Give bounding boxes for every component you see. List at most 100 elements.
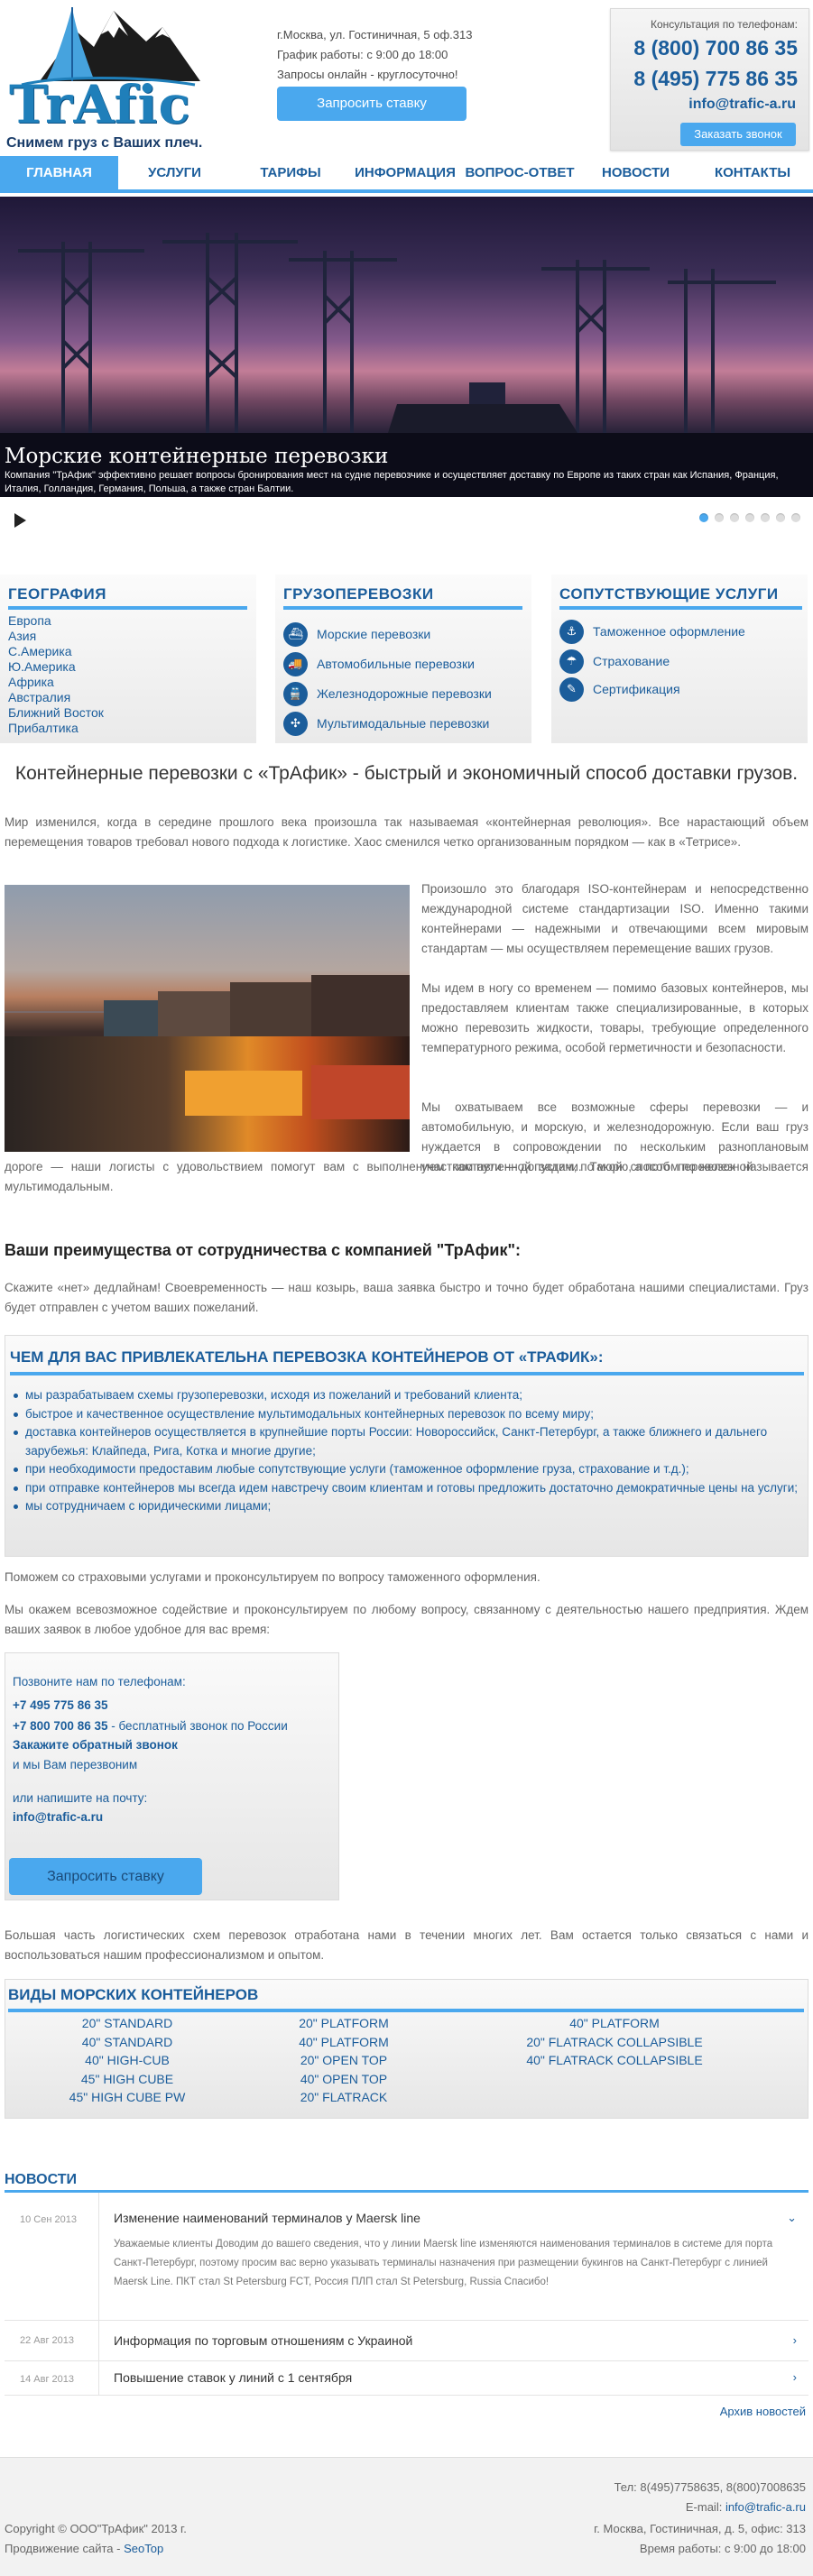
geo-link[interactable]: Азия [8,629,104,644]
cargo-item-rail[interactable]: 🚆 Железнодорожные перевозки [283,681,492,706]
service-item-certification[interactable]: ✎ Сертификация [559,676,680,702]
geo-link[interactable]: Прибалтика [8,721,104,736]
container-type[interactable]: 40" PLATFORM [249,2033,439,2052]
play-icon[interactable] [14,513,26,528]
callbox-phone-1[interactable]: +7 495 775 86 35 [13,1698,107,1712]
free-call-note: - бесплатный звонок по России [107,1719,288,1733]
attraction-box: ЧЕМ ДЛЯ ВАС ПРИВЛЕКАТЕЛЬНА ПЕРЕВОЗКА КОН… [5,1335,808,1557]
news-headline[interactable]: Изменение наименований терминалов у Maer… [114,2211,420,2225]
geo-link[interactable]: Африка [8,675,104,690]
slider-dot-5[interactable] [761,513,770,522]
paragraph-iso: Произошло это благодаря ISO-контейнерам … [421,882,808,955]
ship-icon: ⛴ [283,621,308,647]
container-type[interactable]: 20" OPEN TOP [249,2051,439,2070]
callbox-email[interactable]: info@trafic-a.ru [13,1810,103,1824]
site-logo[interactable]: TrAfic Снимем груз с Ваших плеч. [4,4,202,151]
slider-dot-1[interactable] [699,513,708,522]
slide-title: Морские контейнерные перевозки [5,445,389,468]
container-type[interactable]: 40" STANDARD [5,2033,249,2052]
geography-panel: ГЕОГРАФИЯ Европа Азия С.Америка Ю.Америк… [0,575,256,743]
cargo-item-multimodal[interactable]: ✣ Мультимодальные перевозки [283,711,489,736]
container-type[interactable]: 40" HIGH-CUB [5,2051,249,2070]
nav-faq[interactable]: ВОПРОС-ОТВЕТ [460,156,579,189]
slider-dot-3[interactable] [730,513,739,522]
consult-label: Консультация по телефонам: [650,18,798,31]
news-title: НОВОСТИ [5,2172,78,2187]
geo-link[interactable]: Австралия [8,690,104,705]
seotop-link[interactable]: SeoTop [124,2542,163,2555]
main-nav: ГЛАВНАЯ УСЛУГИ ТАРИФЫ ИНФОРМАЦИЯ ВОПРОС-… [0,156,813,193]
chevron-right-icon[interactable]: › [793,2370,797,2384]
cargo-item-sea[interactable]: ⛴ Морские перевозки [283,621,430,647]
phone-1[interactable]: 8 (800) 700 86 35 [633,36,798,60]
container-types-box: ВИДЫ МОРСКИХ КОНТЕЙНЕРОВ 20" STANDARD 40… [5,1979,808,2119]
container-type[interactable]: 40" PLATFORM [493,2014,736,2033]
slider-dot-2[interactable] [715,513,724,522]
news-archive-link[interactable]: Архив новостей [720,2405,806,2418]
news-item[interactable]: 10 Сен 2013 Изменение наименований терми… [5,2193,808,2321]
chevron-down-icon[interactable]: ⌄ [787,2211,797,2225]
geography-list: Европа Азия С.Америка Ю.Америка Африка А… [8,613,104,736]
order-callback-button[interactable]: Заказать звонок [680,123,796,146]
advantages-text: Скажите «нет» дедлайнам! Своевременность… [5,1281,808,1314]
geo-link[interactable]: С.Америка [8,644,104,659]
slider-dot-7[interactable] [791,513,800,522]
geo-link[interactable]: Ближний Восток [8,705,104,721]
service-item-insurance[interactable]: ☂ Страхование [559,649,670,674]
footer-copyright: Copyright © ООО"ТрАфик" 2013 г. [5,2522,187,2535]
phone-2[interactable]: 8 (495) 775 86 35 [633,67,798,91]
footer-hours: Время работы: с 9:00 до 18:00 [639,2542,806,2555]
container-column-3: 40" PLATFORM 20" FLATRACK COLLAPSIBLE 40… [493,2014,736,2070]
news-item[interactable]: 22 Авг 2013 Информация по торговым отнош… [5,2321,808,2361]
closing-paragraph: Большая часть логистических схем перевоз… [5,1928,808,1962]
chevron-right-icon[interactable]: › [793,2333,797,2347]
nav-services[interactable]: УСЛУГИ [118,156,231,189]
cargo-item-road[interactable]: 🚚 Автомобильные перевозки [283,651,475,676]
paragraph-modes-b: дороге — наши логисты с удовольствием по… [5,1160,808,1193]
insurance-note: Поможем со страховыми услугами и проконс… [5,1570,540,1584]
services-title: СОПУТСТВУЮЩИЕ УСЛУГИ [559,585,779,603]
footer-promo: Продвижение сайта - SeoTop [5,2542,164,2555]
nav-news[interactable]: НОВОСТИ [579,156,692,189]
container-type[interactable]: 20" FLATRACK COLLAPSIBLE [493,2033,736,2052]
header-online: Запросы онлайн - круглосуточно! [277,68,458,81]
container-type[interactable]: 45" HIGH CUBE [5,2070,249,2089]
recall-note: и мы Вам перезвоним [13,1758,138,1771]
geo-link[interactable]: Европа [8,613,104,629]
container-type[interactable]: 40" FLATRACK COLLAPSIBLE [493,2051,736,2070]
order-callback-link[interactable]: Закажите обратный звонок [13,1738,178,1752]
request-rate-button-2[interactable]: Запросить ставку [9,1858,202,1895]
advantages-title: Ваши преимущества от сотрудничества с ко… [5,1241,521,1259]
container-type[interactable]: 20" FLATRACK [249,2088,439,2107]
container-type[interactable]: 20" STANDARD [5,2014,249,2033]
container-type[interactable]: 45" HIGH CUBE PW [5,2088,249,2107]
attraction-title: ЧЕМ ДЛЯ ВАС ПРИВЛЕКАТЕЛЬНА ПЕРЕВОЗКА КОН… [10,1348,604,1366]
service-item-customs[interactable]: ⚓ Таможенное оформление [559,619,745,644]
callbox-phone-2[interactable]: +7 800 700 86 35 [13,1719,107,1733]
footer-email-link[interactable]: info@trafic-a.ru [725,2500,806,2514]
news-date: 22 Авг 2013 [20,2335,75,2346]
nav-contacts[interactable]: КОНТАКТЫ [692,156,813,189]
nav-home[interactable]: ГЛАВНАЯ [0,156,118,189]
footer-address: г. Москва, Гостиничная, д. 5, офис: 313 [594,2522,806,2535]
container-type[interactable]: 40" OPEN TOP [249,2070,439,2089]
nav-info[interactable]: ИНФОРМАЦИЯ [350,156,460,189]
container-type[interactable]: 20" PLATFORM [249,2014,439,2033]
geo-link[interactable]: Ю.Америка [8,659,104,675]
news-item[interactable]: 14 Авг 2013 Повышение ставок у линий с 1… [5,2361,808,2396]
header-address: г.Москва, ул. Гостиничная, 5 оф.313 [277,28,473,41]
slogan: Снимем груз с Ваших плеч. [6,135,203,151]
slider-dot-4[interactable] [745,513,754,522]
callbox-phone-2-line: +7 800 700 86 35 - бесплатный звонок по … [13,1719,288,1733]
nav-tariffs[interactable]: ТАРИФЫ [231,156,350,189]
slider-dot-6[interactable] [776,513,785,522]
news-text: Уважаемые клиенты Доводим до вашего свед… [114,2239,773,2287]
list-item: мы разрабатываем схемы грузоперевозки, и… [11,1386,805,1405]
news-headline[interactable]: Информация по торговым отношениям с Укра… [114,2333,412,2348]
insurance-icon: ☂ [559,649,584,674]
news-headline[interactable]: Повышение ставок у линий с 1 сентября [114,2370,352,2385]
header-email-link[interactable]: info@trafic-a.ru [688,97,796,113]
slide-description: Компания "ТрАфик" эффективно решает вопр… [5,470,779,494]
request-rate-button[interactable]: Запросить ставку [277,87,467,121]
header-info: г.Москва, ул. Гостиничная, 5 оф.313 Граф… [277,25,472,85]
